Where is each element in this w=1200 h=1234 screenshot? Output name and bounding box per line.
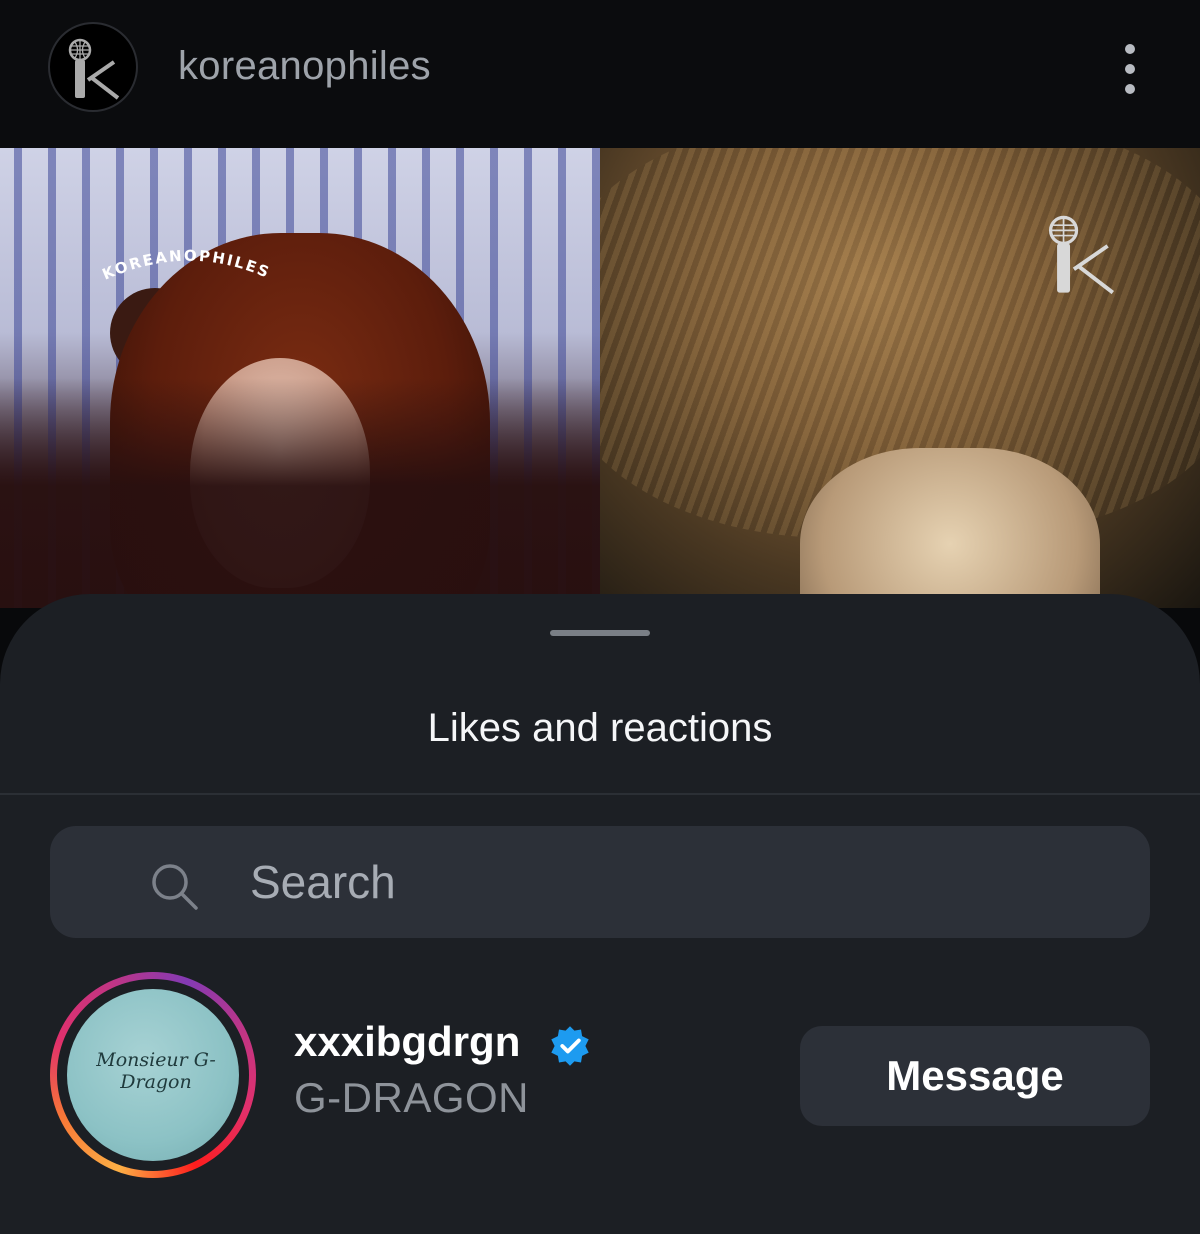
message-button[interactable]: Message: [800, 1026, 1150, 1126]
account-avatar[interactable]: [48, 22, 138, 112]
search-icon: [152, 864, 198, 910]
watermark-text: KOREANOPHILES: [100, 247, 274, 284]
post-media[interactable]: KOREANOPHILES: [0, 148, 1200, 608]
microphone-k-logo-icon: [68, 38, 120, 100]
search-bar[interactable]: Search: [50, 826, 1150, 938]
post-photo-right: [600, 148, 1200, 608]
sheet-title: Likes and reactions: [427, 706, 773, 750]
search-input[interactable]: Search: [250, 826, 1110, 938]
verified-badge-icon: [551, 1026, 589, 1066]
more-vertical-icon[interactable]: [1112, 42, 1148, 96]
avatar: Monsieur G-Dragon: [67, 989, 239, 1161]
watermark-label: KOREANOPHILES: [100, 247, 272, 284]
user-full-name: G-DRAGON: [294, 1074, 529, 1121]
microphone-k-logo-icon: [1048, 215, 1115, 295]
story-ring[interactable]: Monsieur G-Dragon: [50, 972, 256, 1178]
divider: [0, 793, 1200, 795]
svg-text:KOREANOPHILES: KOREANOPHILES: [100, 247, 274, 284]
likes-bottom-sheet: Likes and reactions Search Monsieur G-Dr…: [0, 594, 1200, 1234]
post-header: koreanophiles: [0, 0, 1200, 148]
avatar-signature: Monsieur G-Dragon: [96, 1049, 216, 1093]
list-item[interactable]: Monsieur G-Dragon xxxibgdrgn G-DRAGON Me…: [0, 964, 1200, 1184]
post-photo-left: KOREANOPHILES: [0, 148, 600, 608]
drag-handle[interactable]: [550, 630, 650, 636]
post-username[interactable]: koreanophiles: [178, 44, 431, 89]
user-username[interactable]: xxxibgdrgn: [294, 1018, 520, 1066]
